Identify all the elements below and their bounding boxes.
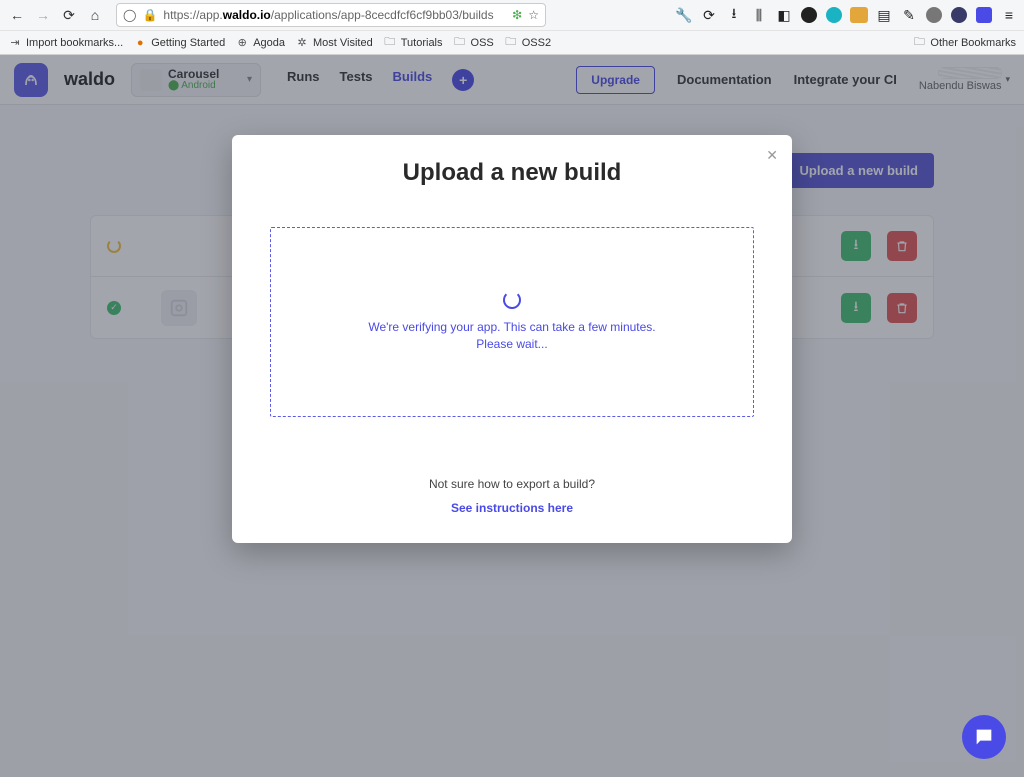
folder-icon: 🗀 [912, 36, 926, 50]
ext-icon-8[interactable] [975, 6, 993, 24]
devtools-icon[interactable]: 🔧 [675, 6, 693, 24]
folder-icon: 🗀 [383, 36, 397, 50]
modal-title: Upload a new build [260, 159, 764, 187]
export-help-question: Not sure how to export a build? [260, 477, 764, 491]
bookmark-oss2[interactable]: 🗀OSS2 [504, 36, 551, 50]
lock-icon: 🔒 [142, 8, 157, 22]
modal-close-button[interactable]: ✕ [766, 147, 778, 164]
import-icon: ⇥ [8, 36, 22, 50]
hamburger-menu-icon[interactable]: ≡ [1000, 6, 1018, 24]
modal-overlay: ✕ Upload a new build We're verifying you… [0, 55, 1024, 777]
sidebar-icon[interactable]: ◧ [775, 6, 793, 24]
download-icon[interactable]: ⭳ [725, 6, 743, 24]
nav-forward-button[interactable]: → [32, 4, 54, 26]
intercom-launcher[interactable] [962, 715, 1006, 759]
bookmark-star-icon[interactable]: ☆ [528, 8, 539, 22]
gear-icon: ✲ [295, 36, 309, 50]
ext-icon-4[interactable]: ▤ [875, 6, 893, 24]
reader-mode-icon[interactable]: ❇ [512, 8, 522, 22]
sync-icon[interactable]: ⟳ [700, 6, 718, 24]
bookmark-other[interactable]: 🗀Other Bookmarks [912, 36, 1016, 50]
bookmarks-bar: ⇥Import bookmarks... ●Getting Started ⊕A… [0, 30, 1024, 54]
bookmark-agoda[interactable]: ⊕Agoda [235, 36, 285, 50]
ext-icon-1[interactable] [800, 6, 818, 24]
folder-icon: 🗀 [453, 36, 467, 50]
see-instructions-link[interactable]: See instructions here [260, 501, 764, 515]
browser-toolbar: ← → ⟳ ⌂ ◯ 🔒 https://app.waldo.io/applica… [0, 0, 1024, 30]
nav-home-button[interactable]: ⌂ [84, 4, 106, 26]
firefox-icon: ● [133, 36, 147, 50]
app-viewport: waldo Carousel ⬤Android ▾ Runs Tests Bui… [0, 55, 1024, 777]
upload-dropzone[interactable]: We're verifying your app. This can take … [270, 227, 754, 417]
upload-build-modal: ✕ Upload a new build We're verifying you… [232, 135, 792, 543]
verifying-message: We're verifying your app. This can take … [368, 319, 655, 353]
bookmark-getting-started[interactable]: ●Getting Started [133, 36, 225, 50]
globe-icon: ⊕ [235, 36, 249, 50]
ext-icon-5[interactable]: ✎ [900, 6, 918, 24]
browser-chrome: ← → ⟳ ⌂ ◯ 🔒 https://app.waldo.io/applica… [0, 0, 1024, 55]
nav-reload-button[interactable]: ⟳ [58, 4, 80, 26]
url-bar[interactable]: ◯ 🔒 https://app.waldo.io/applications/ap… [116, 3, 546, 27]
nav-back-button[interactable]: ← [6, 4, 28, 26]
ext-icon-2[interactable] [825, 6, 843, 24]
url-text: https://app.waldo.io/applications/app-8c… [163, 8, 506, 22]
ext-icon-3[interactable] [850, 6, 868, 24]
chat-icon [973, 726, 995, 748]
spinner-icon [503, 291, 521, 309]
toolbar-right-icons: 🔧 ⟳ ⭳ ⫼ ◧ ▤ ✎ ≡ [675, 6, 1018, 24]
bookmark-tutorials[interactable]: 🗀Tutorials [383, 36, 443, 50]
folder-icon: 🗀 [504, 36, 518, 50]
shield-icon: ◯ [123, 8, 136, 22]
ext-icon-6[interactable] [925, 6, 943, 24]
bookmark-import[interactable]: ⇥Import bookmarks... [8, 36, 123, 50]
bookmark-oss[interactable]: 🗀OSS [453, 36, 494, 50]
library-icon[interactable]: ⫼ [750, 6, 768, 24]
ext-icon-7[interactable] [950, 6, 968, 24]
bookmark-most-visited[interactable]: ✲Most Visited [295, 36, 373, 50]
